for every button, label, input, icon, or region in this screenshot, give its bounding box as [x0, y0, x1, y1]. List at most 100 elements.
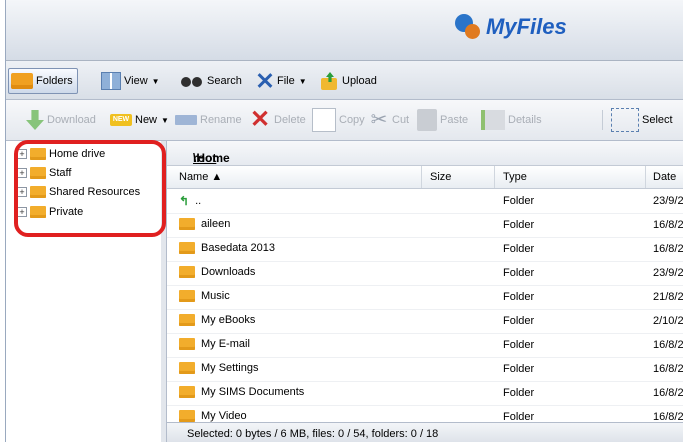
file-list-header: Name ▲ Size Type Date	[167, 166, 683, 189]
table-row[interactable]: My Settings Folder 16/8/2	[167, 357, 683, 382]
paste-label: Paste	[440, 114, 469, 126]
details-icon	[481, 110, 505, 130]
column-header-date[interactable]: Date	[653, 171, 676, 183]
breadcrumb: root\Home drive	[167, 141, 683, 179]
row-type: Folder	[503, 267, 535, 279]
row-date: 2/10/2	[653, 315, 683, 327]
folder-icon	[11, 73, 33, 89]
app-logo: MyFiles	[453, 14, 567, 40]
chevron-down-icon: ▼	[151, 76, 160, 86]
row-name-text: My eBooks	[201, 314, 256, 326]
row-date: 21/8/2	[653, 291, 683, 303]
table-row[interactable]: My SIMS Documents Folder 16/8/2	[167, 381, 683, 406]
new-badge-icon: NEW	[110, 114, 132, 126]
row-name: Music	[179, 290, 230, 302]
table-row[interactable]: My E-mail Folder 16/8/2	[167, 333, 683, 358]
binoculars-icon	[180, 74, 204, 88]
row-date: 16/8/2	[653, 219, 683, 231]
folder-icon	[179, 410, 195, 422]
view-menu-button[interactable]: View ▼	[101, 69, 160, 93]
column-header-type[interactable]: Type	[503, 171, 527, 183]
annotation-highlight	[14, 140, 166, 237]
row-name-text: My SIMS Documents	[201, 386, 305, 398]
new-menu-button[interactable]: NEW New ▼	[110, 108, 169, 132]
download-icon	[26, 110, 44, 130]
myfiles-logo-icon	[453, 14, 483, 40]
copy-button[interactable]: Copy	[312, 108, 365, 132]
row-name: Downloads	[179, 266, 255, 278]
select-marquee-icon	[611, 108, 639, 132]
row-name-text: aileen	[201, 218, 231, 230]
column-divider[interactable]	[421, 166, 422, 188]
upload-label: Upload	[342, 75, 377, 87]
copy-icon	[312, 108, 336, 132]
file-menu-button[interactable]: File ▼	[254, 69, 307, 93]
view-label: View	[124, 75, 148, 87]
row-date: 16/8/2	[653, 243, 683, 255]
rename-button[interactable]: Rename	[175, 108, 242, 132]
copy-label: Copy	[339, 114, 365, 126]
row-name: My eBooks	[179, 314, 255, 326]
table-row[interactable]: Basedata 2013 Folder 16/8/2	[167, 237, 683, 262]
row-type: Folder	[503, 195, 535, 207]
row-date: 16/8/2	[653, 339, 683, 351]
chevron-down-icon: ▼	[161, 115, 169, 125]
row-name-text: Basedata 2013	[201, 242, 276, 254]
row-name: ↰..	[179, 194, 201, 208]
folder-icon	[179, 362, 195, 374]
download-label: Download	[47, 114, 96, 126]
row-date: 16/8/2	[653, 363, 683, 375]
upload-button[interactable]: Upload	[319, 69, 377, 93]
clipboard-icon	[417, 109, 437, 131]
toolbar-divider	[602, 110, 603, 130]
view-icon	[101, 72, 121, 90]
row-name: My Settings	[179, 362, 258, 374]
folder-icon	[179, 314, 195, 326]
new-label: New	[135, 114, 158, 126]
row-date: 23/9/2	[653, 195, 683, 207]
cut-label: Cut	[392, 114, 410, 126]
up-folder-icon: ↰	[179, 194, 190, 208]
delete-x-icon: ✕	[249, 106, 271, 133]
table-row[interactable]: aileen Folder 16/8/2	[167, 213, 683, 238]
select-button[interactable]: Select	[611, 108, 673, 132]
row-type: Folder	[503, 339, 535, 351]
search-label: Search	[207, 75, 242, 87]
delete-button[interactable]: ✕ Delete	[249, 108, 306, 132]
folder-icon	[179, 242, 195, 254]
row-name: My E-mail	[179, 338, 250, 350]
details-button[interactable]: Details	[481, 108, 542, 132]
main-toolbar: Folders View ▼ Search File ▼ Upload	[6, 61, 683, 100]
folder-icon	[179, 218, 195, 230]
folder-icon	[179, 386, 195, 398]
row-name-text: Downloads	[201, 266, 256, 278]
row-type: Folder	[503, 219, 535, 231]
upload-icon	[319, 72, 339, 90]
folder-icon	[179, 290, 195, 302]
delete-label: Delete	[274, 114, 306, 126]
details-label: Details	[508, 114, 542, 126]
table-row[interactable]: My eBooks Folder 2/10/2	[167, 309, 683, 334]
paste-button[interactable]: Paste	[417, 108, 468, 132]
row-type: Folder	[503, 315, 535, 327]
table-row[interactable]: ↰.. Folder 23/9/2	[167, 189, 683, 214]
download-button[interactable]: Download	[26, 108, 96, 132]
file-label: File	[277, 75, 295, 87]
column-divider[interactable]	[645, 166, 646, 188]
row-name-text: My Settings	[201, 362, 259, 374]
table-row[interactable]: Downloads Folder 23/9/2	[167, 261, 683, 286]
myfiles-window: MyFiles Folders View ▼ Search File ▼ Upl…	[5, 0, 683, 442]
folder-icon	[179, 338, 195, 350]
rename-label: Rename	[200, 114, 242, 126]
cut-button[interactable]: ✂ Cut	[369, 108, 410, 132]
folders-button[interactable]: Folders	[8, 68, 78, 94]
column-divider[interactable]	[494, 166, 495, 188]
folders-label: Folders	[36, 75, 73, 87]
search-button[interactable]: Search	[180, 69, 242, 93]
column-header-name[interactable]: Name ▲	[179, 171, 222, 183]
action-toolbar: Download NEW New ▼ Rename ✕ Delete Copy …	[6, 100, 683, 141]
title-bar: MyFiles	[6, 0, 683, 61]
table-row[interactable]: Music Folder 21/8/2	[167, 285, 683, 310]
app-title: MyFiles	[486, 14, 567, 39]
column-header-size[interactable]: Size	[430, 171, 451, 183]
